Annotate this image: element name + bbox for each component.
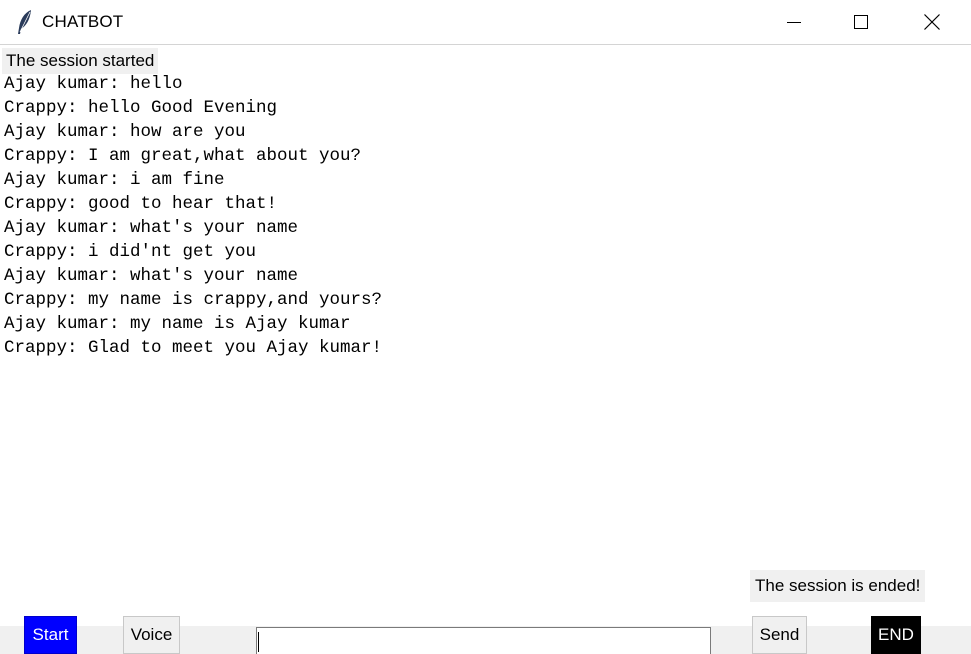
window-title: CHATBOT xyxy=(42,12,124,31)
chat-message: Ajay kumar: how are you xyxy=(4,122,246,142)
text-caret xyxy=(258,632,259,652)
chat-message: Crappy: my name is crappy,and yours? xyxy=(4,290,383,310)
minimize-icon xyxy=(787,22,801,23)
session-ended-label: The session is ended! xyxy=(750,570,926,602)
chat-message: Crappy: hello Good Evening xyxy=(4,98,278,118)
feather-icon xyxy=(18,10,31,34)
chat-message: Ajay kumar: what's your name xyxy=(4,266,299,286)
title-bar: CHATBOT xyxy=(0,0,971,45)
voice-button[interactable]: Voice xyxy=(123,616,180,654)
send-button[interactable]: Send xyxy=(752,616,807,654)
chat-message: Ajay kumar: hello xyxy=(4,74,183,94)
chat-message: Crappy: good to hear that! xyxy=(4,194,278,214)
maximize-button[interactable] xyxy=(826,0,896,44)
chat-message: Ajay kumar: what's your name xyxy=(4,218,299,238)
message-input[interactable] xyxy=(256,627,711,654)
chat-message: Ajay kumar: my name is Ajay kumar xyxy=(4,314,351,334)
chat-message: Crappy: I am great,what about you? xyxy=(4,146,362,166)
chat-log: Ajay kumar: hello Crappy: hello Good Eve… xyxy=(4,72,904,360)
maximize-icon xyxy=(854,15,868,29)
end-button[interactable]: END xyxy=(871,616,921,654)
chat-message: Crappy: i did'nt get you xyxy=(4,242,257,262)
chat-window-body: The session started Ajay kumar: hello Cr… xyxy=(0,46,971,654)
chat-message: Ajay kumar: i am fine xyxy=(4,170,225,190)
chat-message: Crappy: Glad to meet you Ajay kumar! xyxy=(4,338,383,358)
close-icon xyxy=(924,14,940,30)
start-button[interactable]: Start xyxy=(24,616,77,654)
close-button[interactable] xyxy=(897,0,967,44)
session-started-label: The session started xyxy=(2,48,159,74)
minimize-button[interactable] xyxy=(759,0,829,44)
